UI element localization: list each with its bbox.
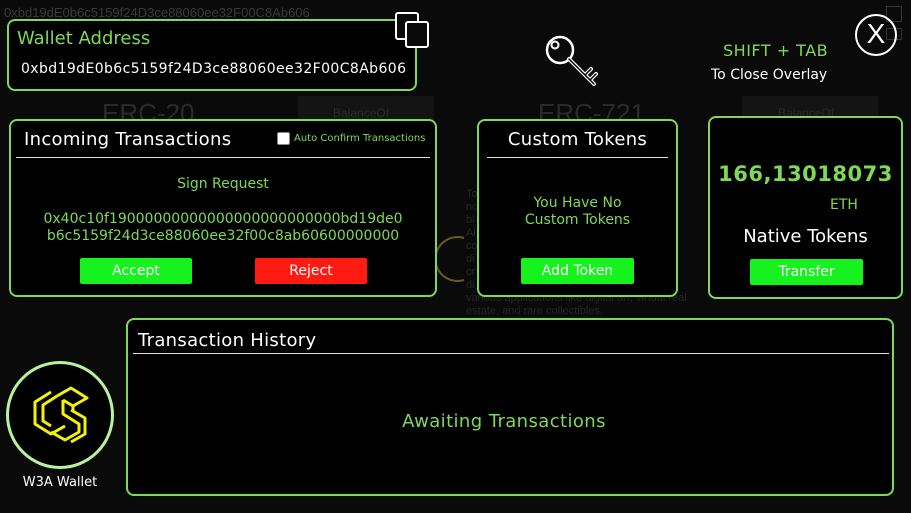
custom-tokens-divider (487, 157, 668, 158)
overlay-shortcut: SHIFT + TAB (723, 41, 829, 60)
auto-confirm-checkbox[interactable] (277, 132, 290, 145)
background-line: estate, and rare collectibles. (466, 305, 603, 317)
native-tokens-panel: 166,13018073 ETH Native Tokens Transfer (708, 116, 903, 299)
key-icon[interactable] (540, 30, 604, 90)
transaction-history-panel: Transaction History Awaiting Transaction… (126, 318, 894, 496)
auto-confirm-label: Auto Confirm Transactions (294, 133, 426, 144)
sign-request-data-line2: b6c5159f24d3ce88060ee32f00c8ab6060000000… (46, 228, 400, 244)
sign-request-data-line1: 0x40c10f19000000000000000000000000bd19de… (43, 211, 403, 227)
w3a-logo-button[interactable] (6, 361, 114, 469)
w3a-wallet-label: W3A Wallet (22, 475, 98, 490)
native-tokens-title: Native Tokens (743, 226, 868, 247)
close-button[interactable]: X (855, 14, 897, 56)
native-balance: 166,13018073 (718, 162, 893, 186)
reject-button[interactable]: Reject (255, 258, 367, 284)
background-address: 0xbd19dE0b6c5159f24D3ce88060ee32F00C8Ab6… (4, 5, 310, 20)
auto-confirm-toggle[interactable]: Auto Confirm Transactions (277, 132, 425, 145)
accept-button[interactable]: Accept (80, 258, 192, 284)
background-balance-left: BalanceOf (333, 106, 390, 120)
wallet-address-value[interactable]: 0xbd19dE0b6c5159f24D3ce88060ee32F00C8Ab6… (21, 61, 406, 77)
incoming-divider (16, 157, 430, 158)
close-icon: X (866, 18, 886, 49)
copy-icon[interactable] (393, 10, 433, 50)
w3a-logo-icon (33, 386, 89, 444)
custom-tokens-empty-line2: Custom Tokens (524, 212, 631, 228)
transaction-history-title: Transaction History (138, 330, 317, 351)
add-token-button[interactable]: Add Token (521, 258, 634, 284)
sign-request-label: Sign Request (177, 176, 269, 192)
loading-spinner-icon (434, 236, 465, 282)
custom-tokens-empty-line1: You Have No (533, 195, 622, 211)
transfer-button[interactable]: Transfer (750, 259, 863, 285)
wallet-address-title: Wallet Address (17, 28, 151, 49)
incoming-transactions-panel: Incoming Transactions Auto Confirm Trans… (9, 119, 437, 297)
native-unit: ETH (830, 197, 858, 213)
incoming-transactions-title: Incoming Transactions (24, 129, 232, 150)
custom-tokens-panel: Custom Tokens You Have No Custom Tokens … (477, 119, 678, 297)
wallet-address-panel: Wallet Address 0xbd19dE0b6c5159f24D3ce88… (7, 19, 417, 91)
awaiting-transactions-label: Awaiting Transactions (402, 411, 606, 432)
custom-tokens-title: Custom Tokens (507, 129, 648, 150)
transaction-history-divider (133, 353, 889, 354)
overlay-hint-text: To Close Overlay (711, 67, 828, 83)
